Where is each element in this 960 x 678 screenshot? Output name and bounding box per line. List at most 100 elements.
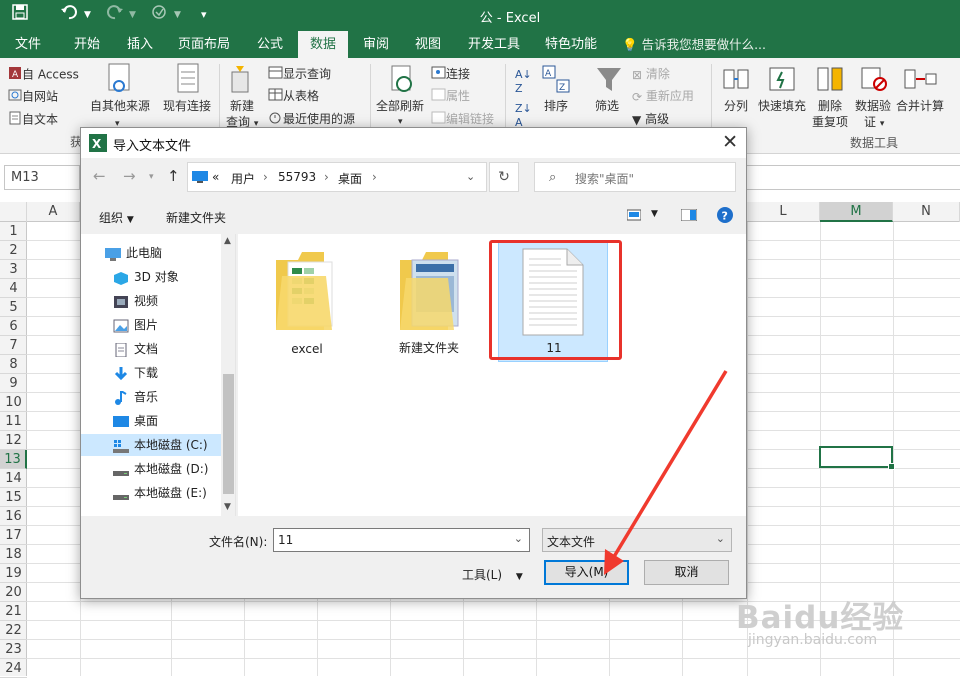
filetype-dropdown-icon[interactable]: ⌄ xyxy=(716,532,725,545)
from-text-button[interactable]: 自文本 xyxy=(8,111,58,129)
column-header-l[interactable]: L xyxy=(747,202,820,222)
existing-connections-button[interactable]: 现有连接 xyxy=(163,98,211,114)
row-header[interactable]: 4 xyxy=(0,279,27,298)
row-header[interactable]: 22 xyxy=(0,621,27,640)
row-header[interactable]: 2 xyxy=(0,241,27,260)
filetype-select[interactable]: 文本文件 ⌄ xyxy=(542,528,732,552)
tools-menu-button[interactable]: 工具(L) ▼ xyxy=(462,566,523,583)
breadcrumb-user-folder[interactable]: 55793 xyxy=(278,170,316,184)
scroll-up-icon[interactable]: ▲ xyxy=(224,236,231,246)
select-all-corner[interactable] xyxy=(0,202,27,222)
row-header[interactable]: 21 xyxy=(0,602,27,621)
row-header[interactable]: 10 xyxy=(0,393,27,412)
row-header[interactable]: 16 xyxy=(0,507,27,526)
row-header[interactable]: 14 xyxy=(0,469,27,488)
refresh-icon[interactable]: ↻ xyxy=(489,162,519,192)
tab-insert[interactable]: 插入 xyxy=(118,31,162,58)
row-header[interactable]: 8 xyxy=(0,355,27,374)
from-access-button[interactable]: A自 Access xyxy=(8,66,79,84)
flash-fill-button[interactable]: 快速填充 xyxy=(758,98,806,114)
organize-button[interactable]: 组织 ▼ xyxy=(99,209,134,226)
row-header[interactable]: 1 xyxy=(0,222,27,241)
row-header[interactable]: 7 xyxy=(0,336,27,355)
file-item-new-folder[interactable]: 新建文件夹 xyxy=(374,242,484,362)
nav-item-local-disk-d[interactable]: 本地磁盘 (D:) xyxy=(81,458,221,480)
row-header[interactable]: 19 xyxy=(0,564,27,583)
remove-duplicates-button[interactable]: 删除 xyxy=(818,98,842,114)
view-dropdown-icon[interactable]: ▼ xyxy=(651,209,658,219)
cancel-button[interactable]: 取消 xyxy=(644,560,729,585)
up-icon[interactable]: ↑ xyxy=(167,167,180,185)
row-header[interactable]: 20 xyxy=(0,583,27,602)
row-header[interactable]: 23 xyxy=(0,640,27,659)
from-web-button[interactable]: 自网站 xyxy=(8,88,58,106)
close-icon[interactable]: ✕ xyxy=(722,131,738,153)
column-header-n[interactable]: N xyxy=(893,202,960,222)
data-validation-button[interactable]: 数据验 xyxy=(855,98,891,114)
address-bar[interactable]: « 用户 › 55793 › 桌面 › ⌄ xyxy=(187,162,487,192)
row-header[interactable]: 17 xyxy=(0,526,27,545)
view-options-icon[interactable] xyxy=(626,209,642,224)
tab-view[interactable]: 视图 xyxy=(406,31,450,58)
data-validation-button-line2[interactable]: 证 ▾ xyxy=(864,114,884,132)
row-header[interactable]: 6 xyxy=(0,317,27,336)
recent-sources-button[interactable]: 最近使用的源 xyxy=(268,111,355,128)
filename-dropdown-icon[interactable]: ⌄ xyxy=(514,532,523,545)
import-button[interactable]: 导入(M) xyxy=(544,560,629,585)
consolidate-button[interactable]: 合并计算 xyxy=(896,98,944,114)
from-table-button[interactable]: 从表格 xyxy=(268,88,319,105)
show-queries-button[interactable]: 显示查询 xyxy=(268,66,331,83)
new-folder-button[interactable]: 新建文件夹 xyxy=(166,209,226,226)
row-header[interactable]: 12 xyxy=(0,431,27,450)
remove-duplicates-button-line2[interactable]: 重复项 xyxy=(812,114,848,130)
sort-button[interactable]: 排序 xyxy=(544,98,568,114)
row-header[interactable]: 15 xyxy=(0,488,27,507)
filename-input[interactable]: 11 ⌄ xyxy=(273,528,530,552)
nav-item-pictures[interactable]: 图片 xyxy=(81,314,221,336)
nav-item-downloads[interactable]: 下载 xyxy=(81,362,221,384)
text-to-columns-button[interactable]: 分列 xyxy=(724,98,748,114)
file-item-excel-folder[interactable]: excel xyxy=(252,242,362,362)
tab-review[interactable]: 审阅 xyxy=(354,31,398,58)
row-header[interactable]: 3 xyxy=(0,260,27,279)
active-cell-m13[interactable] xyxy=(819,446,895,470)
help-icon[interactable]: ? xyxy=(717,207,733,226)
breadcrumb-users[interactable]: 用户 xyxy=(231,170,255,187)
nav-scrollbar-thumb[interactable] xyxy=(223,374,234,494)
refresh-all-button[interactable]: 全部刷新 xyxy=(376,98,424,114)
tab-home[interactable]: 开始 xyxy=(65,31,109,58)
nav-item-local-disk-c[interactable]: 本地磁盘 (C:) xyxy=(81,434,221,456)
nav-item-3d-objects[interactable]: 3D 对象 xyxy=(81,266,221,288)
new-query-button[interactable]: 新建 xyxy=(230,98,254,114)
row-header[interactable]: 5 xyxy=(0,298,27,317)
nav-item-music[interactable]: 音乐 xyxy=(81,386,221,408)
tab-developer[interactable]: 开发工具 xyxy=(462,31,526,58)
sort-za-icon[interactable]: Z↓ A xyxy=(515,102,532,130)
tab-formulas[interactable]: 公式 xyxy=(248,31,292,58)
advanced-filter-button[interactable]: ▼ 高级 xyxy=(632,111,669,128)
name-box[interactable]: M13 xyxy=(4,165,80,190)
breadcrumb-desktop[interactable]: 桌面 xyxy=(338,170,362,187)
connections-button[interactable]: 连接 xyxy=(431,66,470,83)
tell-me-box[interactable]: 💡 告诉我您想要做什么... xyxy=(622,31,766,58)
filter-button[interactable]: 筛选 xyxy=(595,98,619,114)
tab-special-features[interactable]: 特色功能 xyxy=(538,31,604,58)
column-header-m[interactable]: M xyxy=(820,202,893,222)
breadcrumb-overflow[interactable]: « xyxy=(212,170,219,184)
nav-item-this-pc[interactable]: 此电脑 xyxy=(81,242,221,264)
nav-scrollbar[interactable]: ▲ ▼ xyxy=(221,234,235,516)
formula-bar[interactable] xyxy=(746,165,960,190)
nav-item-videos[interactable]: 视频 xyxy=(81,290,221,312)
address-dropdown-icon[interactable]: ⌄ xyxy=(466,170,475,183)
column-header-a[interactable]: A xyxy=(27,202,80,222)
sort-az-icon[interactable]: A↓ Z xyxy=(515,68,532,96)
nav-item-documents[interactable]: 文档 xyxy=(81,338,221,360)
recent-locations-icon[interactable]: ▾ xyxy=(149,172,154,182)
nav-item-desktop[interactable]: 桌面 xyxy=(81,410,221,432)
scroll-down-icon[interactable]: ▼ xyxy=(224,502,231,512)
search-box[interactable]: ⌕ 搜索"桌面" xyxy=(534,162,736,192)
from-other-sources-button[interactable]: 自其他来源 xyxy=(90,98,150,114)
row-header[interactable]: 18 xyxy=(0,545,27,564)
row-header[interactable]: 11 xyxy=(0,412,27,431)
row-header[interactable]: 9 xyxy=(0,374,27,393)
